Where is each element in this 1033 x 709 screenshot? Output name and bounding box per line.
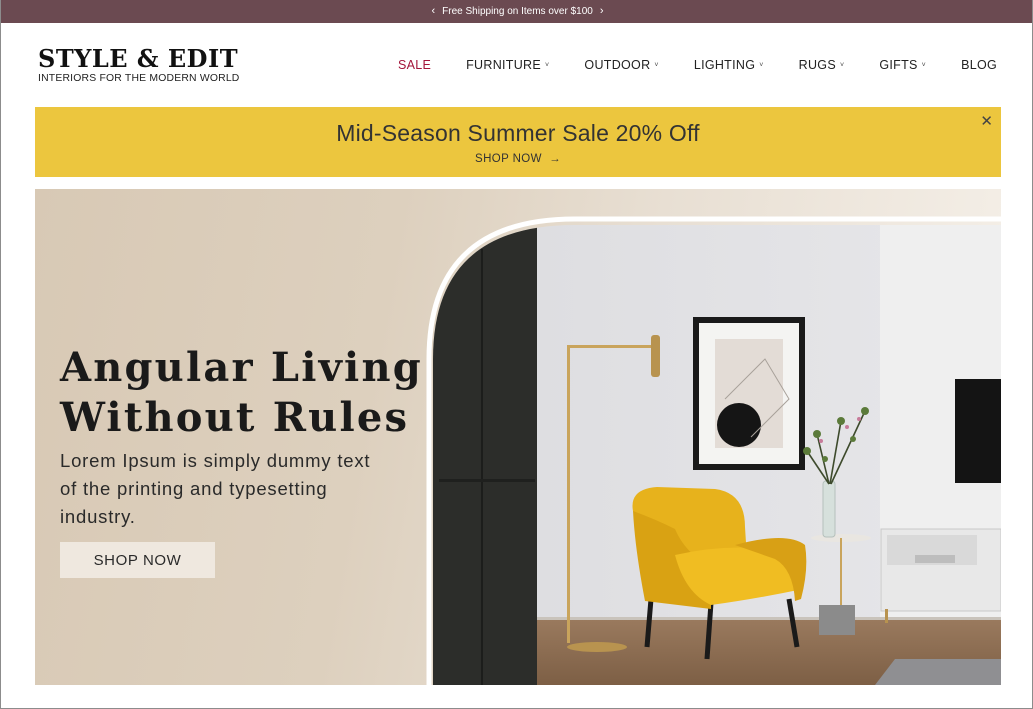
nav-item-blog[interactable]: BLOG <box>961 58 997 72</box>
hero-title: Angular Living Without Rules <box>60 343 440 443</box>
announcement-text: Free Shipping on Items over $100 <box>442 6 593 17</box>
arrow-right-icon: → <box>545 153 561 165</box>
nav-item-lighting[interactable]: LIGHTING ˅ <box>694 58 764 72</box>
brand-tagline: INTERIORS FOR THE MODERN WORLD <box>38 73 240 84</box>
chevron-down-icon: ˅ <box>921 61 927 69</box>
brand-name: STYLE & EDIT <box>38 44 239 73</box>
chevron-right-icon[interactable]: › <box>593 6 611 17</box>
nav-item-outdoor[interactable]: OUTDOOR ˅ <box>584 58 658 72</box>
main-nav: SALE FURNITURE ˅ OUTDOOR ˅ LIGHTING ˅ RU… <box>398 58 997 72</box>
hero-title-line2: Without Rules <box>60 394 410 441</box>
nav-item-sale[interactable]: SALE <box>398 58 431 72</box>
hero-title-line1: Angular Living <box>60 344 423 391</box>
nav-item-label: FURNITURE <box>466 58 542 72</box>
site-logo[interactable]: STYLE & EDIT INTERIORS FOR THE MODERN WO… <box>38 44 240 85</box>
hero-banner: Angular Living Without Rules Lorem Ipsum… <box>35 189 1001 685</box>
hero-description: Lorem Ipsum is simply dummy text of the … <box>60 450 371 527</box>
nav-item-label: LIGHTING <box>693 58 756 72</box>
chevron-left-icon[interactable]: ‹ <box>425 6 443 17</box>
nav-item-label: OUTDOOR <box>584 58 651 72</box>
chevron-down-icon: ˅ <box>839 61 845 69</box>
nav-item-gifts[interactable]: GIFTS ˅ <box>879 58 926 72</box>
nav-item-label: GIFTS <box>879 58 918 72</box>
chevron-down-icon: ˅ <box>654 61 659 69</box>
promo-cta-label: SHOP NOW <box>475 153 542 165</box>
nav-item-rugs[interactable]: RUGS ˅ <box>799 58 845 72</box>
nav-item-label: BLOG <box>961 58 997 72</box>
announcement-bar: ‹ Free Shipping on Items over $100 › <box>1 0 1032 23</box>
chevron-down-icon: ˅ <box>545 61 550 69</box>
page: ‹ Free Shipping on Items over $100 › STY… <box>0 0 1033 709</box>
close-icon[interactable]: ✕ <box>980 112 993 130</box>
nav-item-label: SALE <box>397 58 432 72</box>
promo-headline: Mid-Season Summer Sale 20% Off <box>336 120 700 146</box>
hero-shop-now-button[interactable]: SHOP NOW <box>60 542 215 578</box>
promo-banner: Mid-Season Summer Sale 20% Off SHOP NOW … <box>35 107 1001 177</box>
promo-shop-now-link[interactable]: SHOP NOW → <box>475 153 561 165</box>
nav-item-furniture[interactable]: FURNITURE ˅ <box>466 58 549 72</box>
chevron-down-icon: ˅ <box>759 61 764 69</box>
nav-item-label: RUGS <box>798 58 836 72</box>
